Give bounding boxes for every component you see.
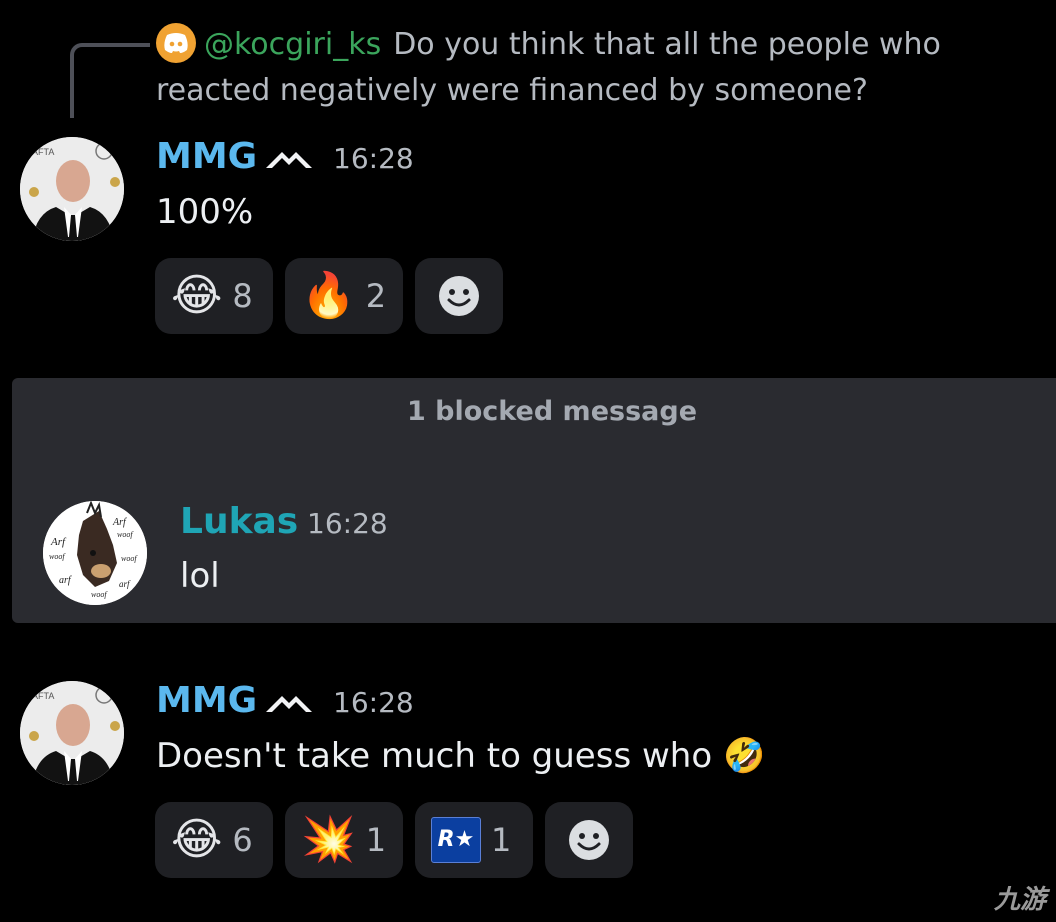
guild-tag-icon[interactable] <box>264 692 314 714</box>
reply-connector-line <box>70 43 150 118</box>
rofl-emoji-icon: 🤣 <box>722 736 766 776</box>
message-content: lol <box>180 556 220 596</box>
message-text: Doesn't take much to guess who <box>156 736 713 776</box>
explosion-emoji-icon: 💥 <box>301 814 356 865</box>
reaction-button[interactable]: 😂 8 <box>155 258 273 334</box>
svg-text:woof: woof <box>121 554 138 563</box>
svg-text:woof: woof <box>91 590 108 599</box>
reaction-count: 8 <box>232 277 253 315</box>
reaction-button[interactable]: 😂 6 <box>155 802 273 878</box>
joy-emoji-icon: 😂 <box>171 270 223 321</box>
message-timestamp: 16:28 <box>333 686 414 719</box>
message-username[interactable]: MMG <box>156 679 257 723</box>
guild-tag-icon[interactable] <box>264 148 314 170</box>
svg-text:Arf: Arf <box>112 517 127 528</box>
reaction-count: 2 <box>365 277 387 315</box>
watermark: 九游 <box>993 885 1046 915</box>
blocked-messages-container: 1 blocked message <box>12 378 1056 623</box>
svg-text:woof: woof <box>49 552 66 561</box>
avatar[interactable]: BAFTA <box>20 137 124 241</box>
message-content: Doesn't take much to guess who 🤣 <box>156 734 765 778</box>
message-timestamp: 16:28 <box>307 507 388 540</box>
blocked-messages-label[interactable]: 1 blocked message <box>12 396 1056 427</box>
smiley-icon <box>439 276 479 316</box>
svg-text:arf: arf <box>59 575 72 586</box>
reaction-button[interactable]: R★ 1 <box>415 802 533 878</box>
add-reaction-button[interactable] <box>545 802 633 878</box>
joy-emoji-icon: 😂 <box>171 814 223 865</box>
svg-text:BAFTA: BAFTA <box>26 147 54 157</box>
svg-text:BAFTA: BAFTA <box>26 691 54 701</box>
avatar[interactable]: Arf woof Arf woof woof arf woof arf <box>43 501 147 605</box>
message-username[interactable]: MMG <box>156 135 257 179</box>
reply-author[interactable]: @kocgiri_ks <box>204 27 381 62</box>
svg-text:Arf: Arf <box>50 536 67 548</box>
message-username[interactable]: Lukas <box>180 500 298 544</box>
svg-text:arf: arf <box>119 579 131 589</box>
message-timestamp: 16:28 <box>333 142 414 175</box>
reaction-button[interactable]: 💥 1 <box>285 802 403 878</box>
avatar[interactable]: BAFTA <box>20 681 124 785</box>
rockstar-emoji-icon: R★ <box>431 817 481 863</box>
svg-text:woof: woof <box>117 530 134 539</box>
reply-preview[interactable]: @kocgiri_ks Do you think that all the peo… <box>156 22 1036 114</box>
discord-icon <box>156 23 196 63</box>
message-content: 100% <box>156 192 254 232</box>
reaction-count: 1 <box>491 821 512 859</box>
add-reaction-button[interactable] <box>415 258 503 334</box>
reaction-count: 6 <box>232 821 253 859</box>
reaction-count: 1 <box>365 821 387 859</box>
smiley-icon <box>569 820 609 860</box>
fire-emoji-icon: 🔥 <box>301 270 356 321</box>
reaction-button[interactable]: 🔥 2 <box>285 258 403 334</box>
